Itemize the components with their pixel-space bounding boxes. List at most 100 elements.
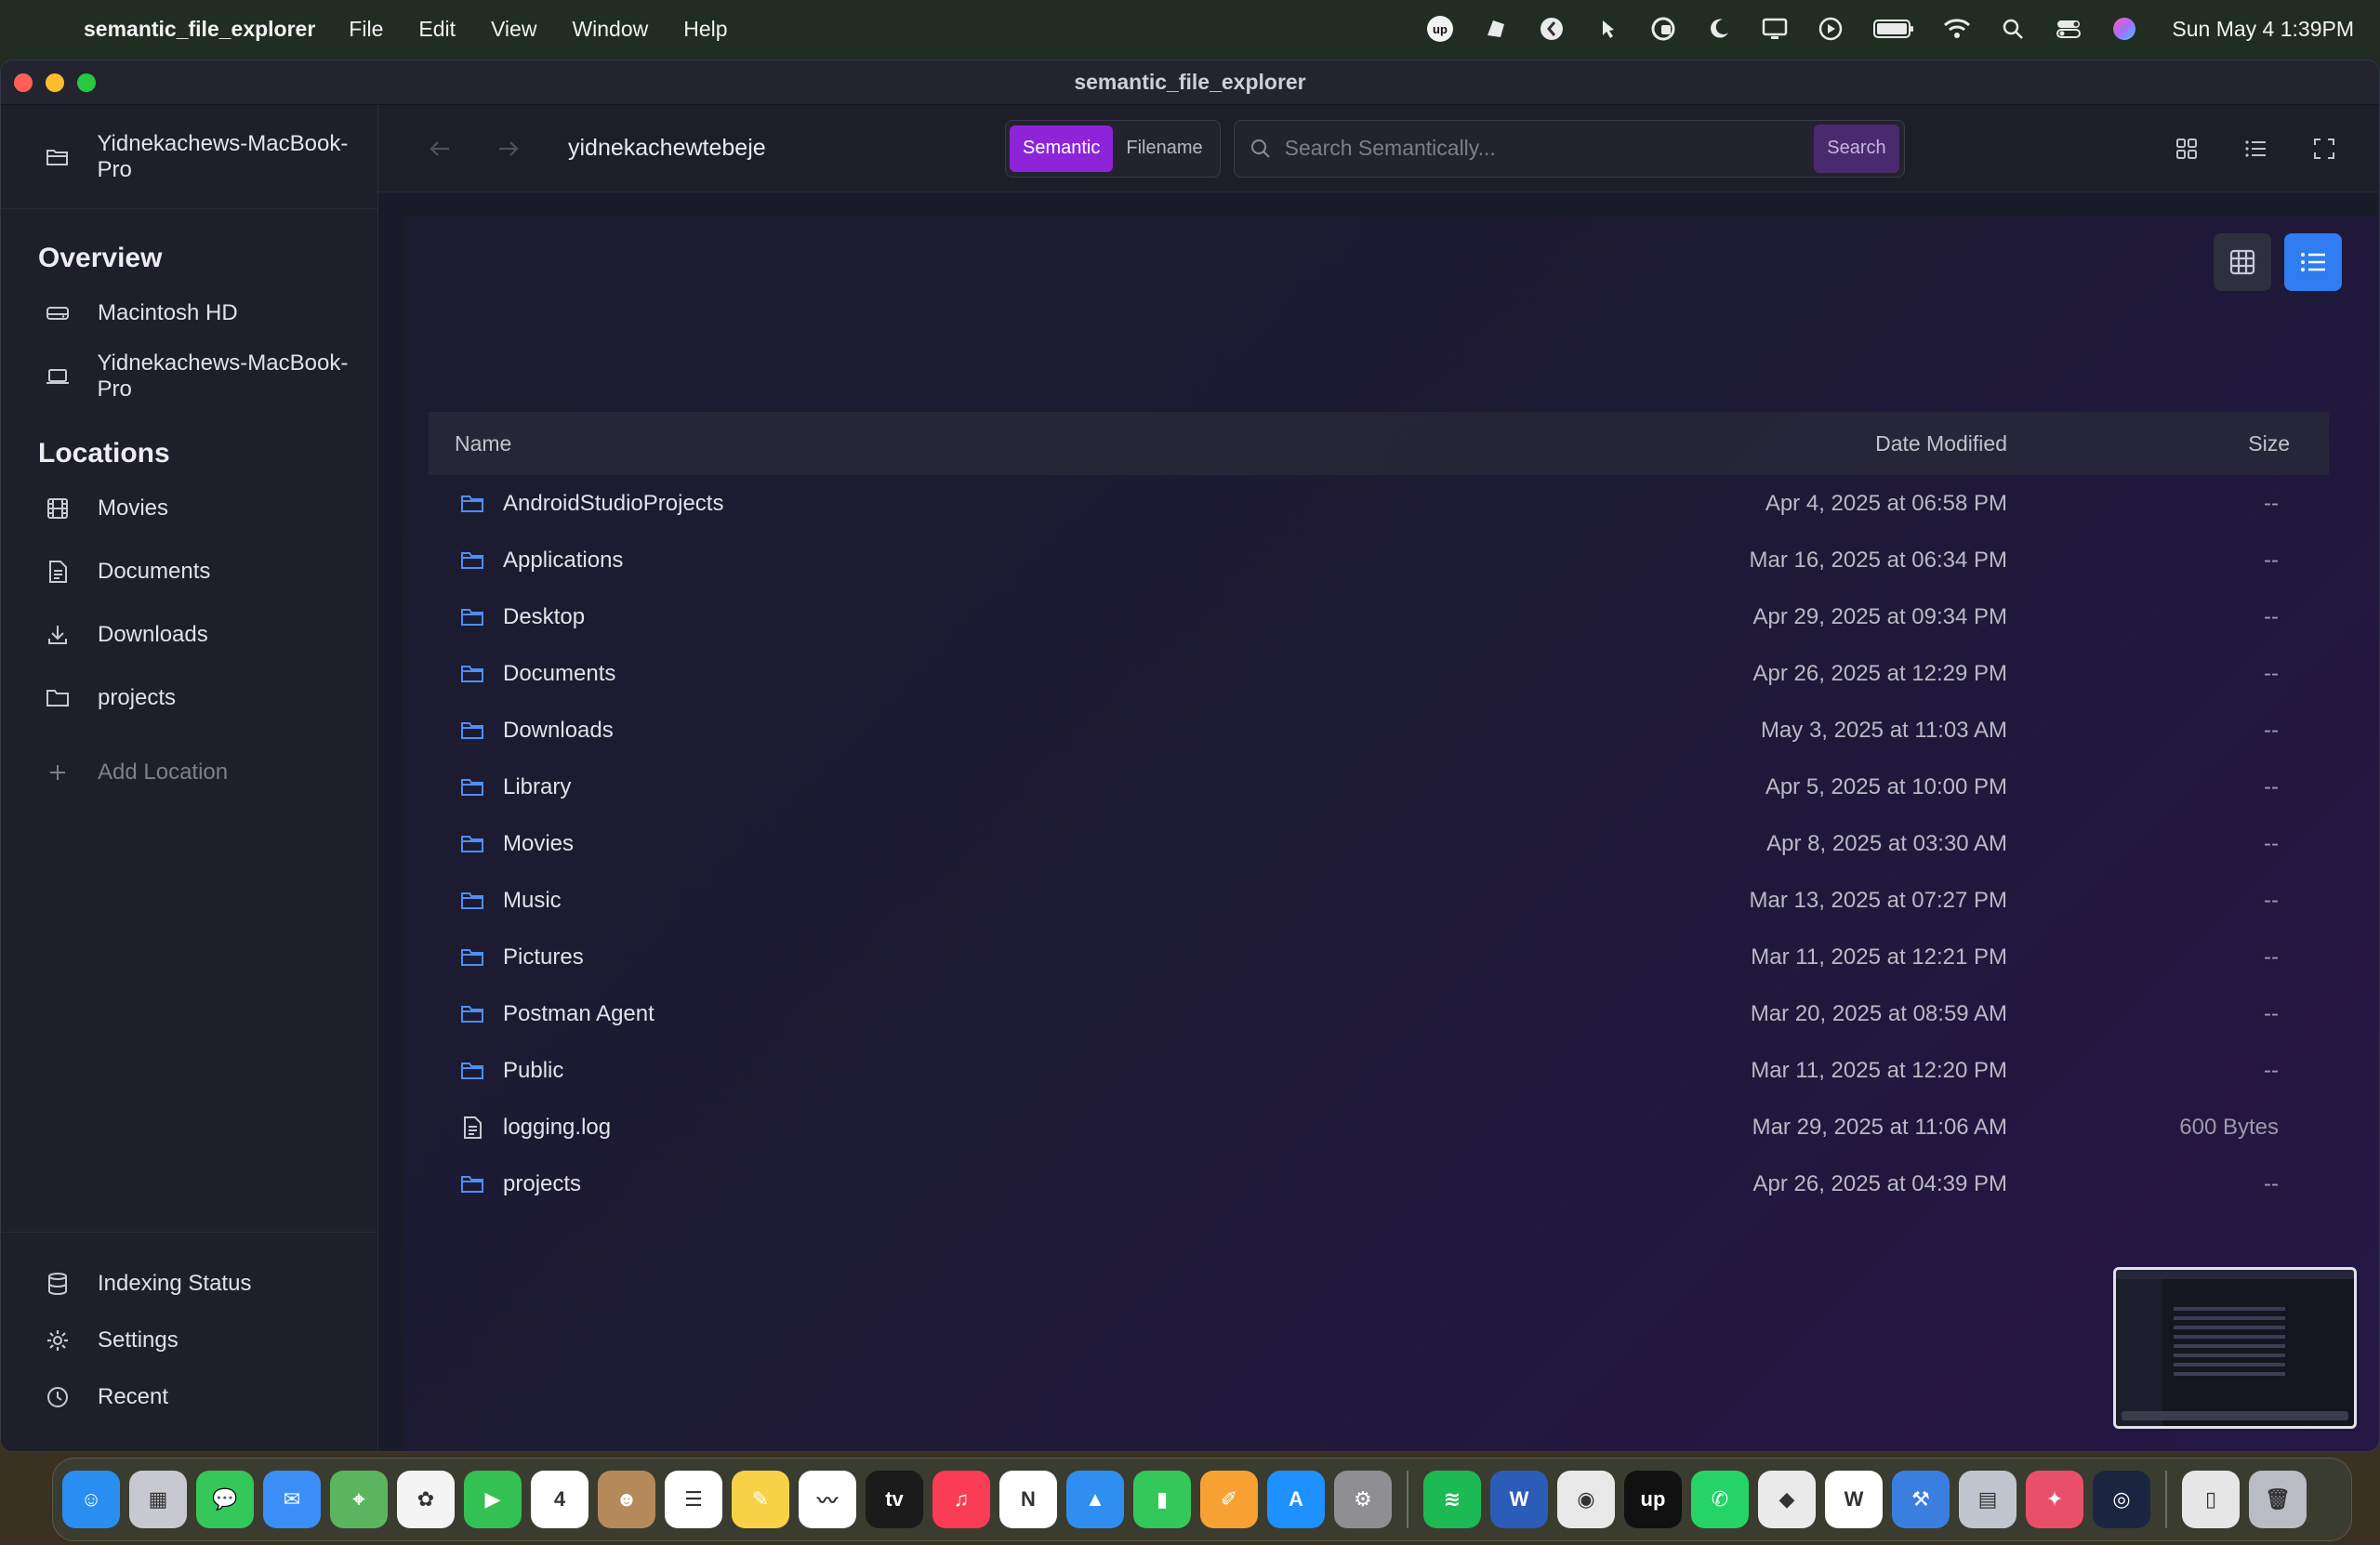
dock-upwork-icon[interactable]: up	[1624, 1471, 1682, 1528]
siri-icon[interactable]	[2110, 15, 2138, 43]
table-row[interactable]: Applications Mar 16, 2025 at 06:34 PM --	[429, 532, 2329, 588]
battery-icon[interactable]	[1872, 15, 1915, 43]
table-row[interactable]: Music Mar 13, 2025 at 07:27 PM --	[429, 872, 2329, 929]
list-view-button[interactable]	[2284, 233, 2342, 291]
dock-wps-icon[interactable]: W	[1825, 1471, 1883, 1528]
grid-view-button[interactable]	[2214, 233, 2271, 291]
table-row[interactable]: Library Apr 5, 2025 at 10:00 PM --	[429, 759, 2329, 815]
table-row[interactable]: Desktop Apr 29, 2025 at 09:34 PM --	[429, 588, 2329, 645]
minimize-window-button[interactable]	[46, 73, 64, 92]
dock-photos-icon[interactable]: ✿	[397, 1471, 455, 1528]
app-menu[interactable]: semantic_file_explorer	[84, 17, 315, 42]
table-row[interactable]: Pictures Mar 11, 2025 at 12:21 PM --	[429, 929, 2329, 985]
breadcrumb[interactable]: yidnekachewtebeje	[568, 135, 1005, 162]
table-row[interactable]: Public Mar 11, 2025 at 12:20 PM --	[429, 1042, 2329, 1099]
menu-window[interactable]: Window	[572, 17, 648, 42]
dock-news-icon[interactable]: N	[999, 1471, 1057, 1528]
dock-notes-icon[interactable]: ✎	[732, 1471, 789, 1528]
dock-pages-icon[interactable]: ✐	[1200, 1471, 1258, 1528]
dock-messages-icon[interactable]: 💬	[196, 1471, 254, 1528]
name-column-header[interactable]: Name	[429, 431, 1449, 456]
dock-launchpad-icon[interactable]: ▦	[129, 1471, 187, 1528]
table-row[interactable]: Documents Apr 26, 2025 at 12:29 PM --	[429, 645, 2329, 702]
list-view-icon[interactable]	[2240, 133, 2271, 165]
moon-icon[interactable]	[1705, 15, 1733, 43]
dock-maps-icon[interactable]: ⌖	[330, 1471, 388, 1528]
sidebar-item-macintosh-hd[interactable]: Macintosh HD	[1, 282, 377, 345]
dock-mail-icon[interactable]: ✉	[263, 1471, 321, 1528]
control-center-icon[interactable]	[2055, 15, 2082, 43]
dock-reminders-icon[interactable]: ☰	[665, 1471, 722, 1528]
menu-file[interactable]: File	[349, 17, 383, 42]
menu-view[interactable]: View	[491, 17, 536, 42]
screenshot-thumbnail[interactable]	[2113, 1267, 2357, 1429]
dock-app-store-icon[interactable]: A	[1267, 1471, 1325, 1528]
file-table: Name Date Modified Size AndroidStudioPro…	[429, 412, 2329, 1212]
dock-unity-icon[interactable]: ◆	[1758, 1471, 1816, 1528]
upwork-icon[interactable]: up	[1426, 15, 1454, 43]
sidebar-item-recent[interactable]: Recent	[1, 1368, 377, 1425]
semantic-mode-button[interactable]: Semantic	[1010, 125, 1114, 172]
sidebar-current-device[interactable]: Yidnekachews-MacBook-Pro	[1, 105, 377, 209]
dock-finder-icon[interactable]: ☺	[62, 1471, 120, 1528]
mouse-icon[interactable]	[1593, 15, 1621, 43]
dock-calendar-icon[interactable]: 4	[531, 1471, 588, 1528]
dock-downloads-stack-icon[interactable]: ▯	[2182, 1471, 2240, 1528]
table-row[interactable]: logging.log Mar 29, 2025 at 11:06 AM 600 B…	[429, 1099, 2329, 1155]
dock-apple-tv-icon[interactable]: tv	[866, 1471, 923, 1528]
play-icon[interactable]	[1817, 15, 1844, 43]
date-modified-cell: Mar 11, 2025 at 12:20 PM	[1751, 1057, 2007, 1083]
display-icon[interactable]	[1761, 15, 1789, 43]
close-window-button[interactable]	[14, 73, 33, 92]
sidebar-item-projects[interactable]: projects	[1, 667, 377, 730]
dock-chrome-icon[interactable]: ◉	[1557, 1471, 1615, 1528]
vpn-icon[interactable]	[1649, 15, 1677, 43]
grid-view-icon[interactable]	[2171, 133, 2202, 165]
sidebar-item-downloads[interactable]: Downloads	[1, 603, 377, 667]
add-location-button[interactable]: Add Location	[1, 741, 377, 804]
table-row[interactable]: Postman Agent Mar 20, 2025 at 08:59 AM --	[429, 985, 2329, 1042]
dock-preview-icon[interactable]: ▤	[1959, 1471, 2016, 1528]
dock-spotify-icon[interactable]: ≋	[1423, 1471, 1481, 1528]
size-cell: --	[2264, 830, 2279, 856]
dock-word-icon[interactable]: W	[1490, 1471, 1548, 1528]
fullscreen-icon[interactable]	[2308, 133, 2340, 165]
search-icon[interactable]	[1999, 15, 2027, 43]
dock-copilot-icon[interactable]: ◎	[2093, 1471, 2150, 1528]
dock-freeform-icon[interactable]: 〰	[799, 1471, 856, 1528]
dock-system-settings-icon[interactable]: ⚙	[1334, 1471, 1392, 1528]
date-column-header[interactable]: Date Modified	[1449, 431, 2007, 456]
sidebar-item-documents[interactable]: Documents	[1, 540, 377, 603]
table-row[interactable]: Movies Apr 8, 2025 at 03:30 AM --	[429, 815, 2329, 872]
sidebar-item-macbook-pro[interactable]: Yidnekachews-MacBook-Pro	[1, 345, 377, 408]
dock-music-icon[interactable]: ♫	[932, 1471, 990, 1528]
sidebar-item-movies[interactable]: Movies	[1, 477, 377, 540]
dock-xcode-icon[interactable]: ⚒	[1892, 1471, 1950, 1528]
sidebar-item-indexing-status[interactable]: Indexing Status	[1, 1255, 377, 1312]
zoom-window-button[interactable]	[77, 73, 96, 92]
search-input[interactable]	[1284, 136, 1815, 161]
dock-trash-icon[interactable]: 🗑	[2249, 1471, 2307, 1528]
dock-bear-icon[interactable]: ✦	[2026, 1471, 2083, 1528]
table-row[interactable]: AndroidStudioProjects Apr 4, 2025 at 06:5…	[429, 475, 2329, 532]
bear-icon[interactable]	[1482, 15, 1510, 43]
sidebar-item-settings[interactable]: Settings	[1, 1312, 377, 1368]
menu-edit[interactable]: Edit	[418, 17, 456, 42]
dock-facetime-icon[interactable]: ▶	[464, 1471, 522, 1528]
dock-keynote-icon[interactable]: ▲	[1066, 1471, 1124, 1528]
table-row[interactable]: projects Apr 26, 2025 at 04:39 PM --	[429, 1155, 2329, 1212]
back-button[interactable]	[417, 126, 462, 171]
filename-mode-button[interactable]: Filename	[1113, 125, 1215, 172]
forward-button[interactable]	[486, 126, 531, 171]
dock-whatsapp-icon[interactable]: ✆	[1691, 1471, 1749, 1528]
app-icon[interactable]	[1538, 15, 1566, 43]
search-button[interactable]: Search	[1814, 124, 1899, 173]
table-row[interactable]: Downloads May 3, 2025 at 11:03 AM --	[429, 702, 2329, 759]
wifi-icon[interactable]	[1943, 15, 1971, 43]
menu-clock[interactable]: Sun May 4 1:39PM	[2172, 17, 2354, 42]
size-column-header[interactable]: Size	[2007, 431, 2329, 456]
dock-numbers-icon[interactable]: ▮	[1133, 1471, 1191, 1528]
dock-contacts-icon[interactable]: ☻	[598, 1471, 655, 1528]
menu-help[interactable]: Help	[683, 17, 727, 42]
folder-icon	[458, 547, 486, 574]
